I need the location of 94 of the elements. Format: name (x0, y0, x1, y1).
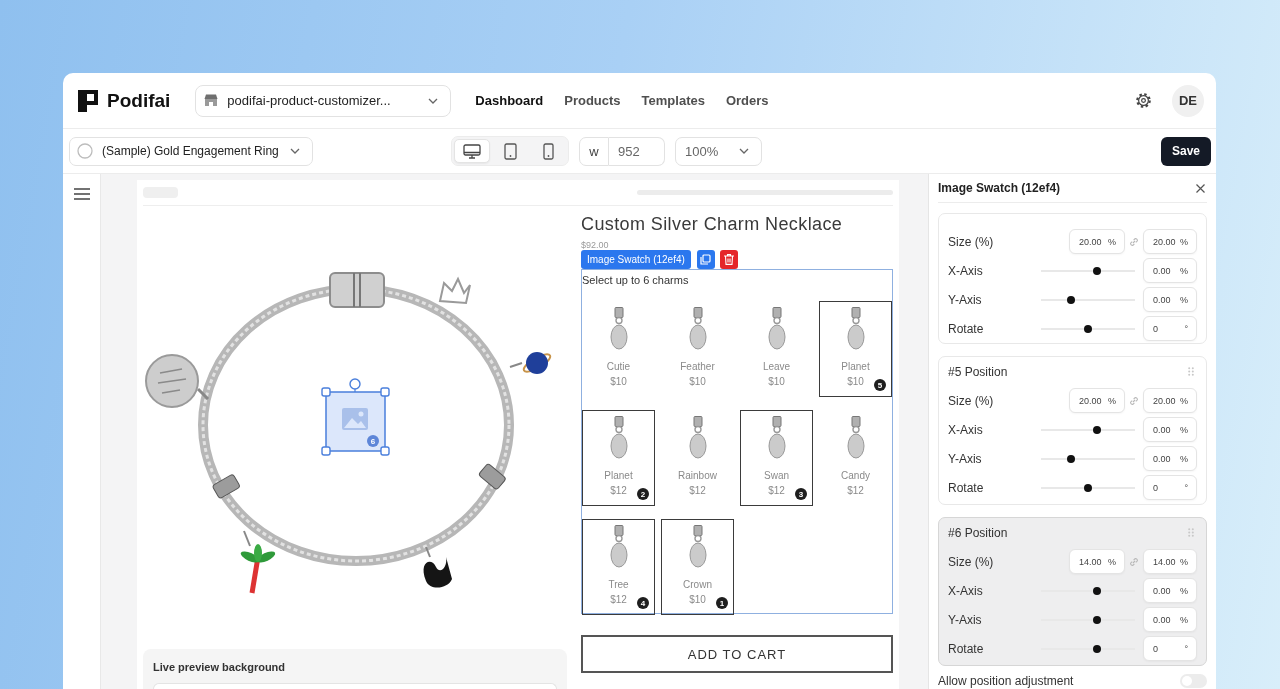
image-icon (342, 408, 368, 430)
number-input[interactable]: 0.00 % (1143, 607, 1197, 632)
ring-icon (77, 143, 93, 159)
number-input[interactable]: 20.00 % (1143, 388, 1197, 413)
charm-option[interactable]: Tree $12 4 (582, 519, 655, 615)
charm-option[interactable]: Crown $10 1 (661, 519, 734, 615)
number-input[interactable]: 14.00 % (1143, 549, 1197, 574)
nav-link[interactable]: Templates (641, 93, 705, 108)
number-input[interactable]: 0.00 % (1143, 417, 1197, 442)
row-label: Size (%) (948, 393, 995, 408)
delete-button[interactable] (719, 250, 738, 269)
nav-link[interactable]: Products (564, 93, 621, 108)
selection-order-badge: 2 (637, 488, 649, 500)
menu-icon[interactable] (73, 188, 90, 200)
row-label: Rotate (948, 321, 985, 336)
charm-option[interactable]: Planet $12 2 (582, 410, 655, 506)
product-selector[interactable]: (Sample) Gold Engagement Ring (69, 136, 313, 166)
setting-label: Allow position adjustment (938, 674, 1074, 688)
number-input[interactable]: 20.00 % (1143, 229, 1197, 254)
close-icon[interactable] (1196, 183, 1205, 193)
chevron-down-icon (290, 148, 300, 154)
selection-order-badge: 5 (874, 379, 886, 391)
element-label[interactable]: Image Swatch (12ef4) (581, 250, 691, 269)
save-button[interactable]: Save (1161, 136, 1211, 166)
chevron-down-icon (428, 97, 439, 104)
slider-thumb[interactable] (1084, 324, 1092, 333)
slider-thumb[interactable] (1066, 295, 1075, 304)
position-title: #5 Position (948, 364, 1008, 379)
store-icon (204, 94, 219, 107)
background-field[interactable] (153, 683, 557, 689)
slider-thumb[interactable] (1092, 266, 1101, 275)
row-label: Y-Axis (948, 451, 983, 466)
row-label: Size (%) (948, 234, 995, 249)
slider-thumb[interactable] (1092, 586, 1101, 595)
product-price: $92.00 (581, 240, 610, 250)
brand-name: Podifai (107, 89, 171, 112)
slider-thumb[interactable] (1084, 483, 1092, 492)
panel-title: Image Swatch (12ef4) (938, 181, 1061, 195)
drag-handle-icon[interactable] (1188, 367, 1194, 376)
slider-thumb[interactable] (1092, 425, 1101, 434)
chevron-down-icon (739, 148, 749, 154)
settings-icon[interactable] (1136, 93, 1151, 108)
slider-thumb[interactable] (1092, 644, 1101, 653)
selection-order-badge: 3 (795, 488, 807, 500)
row-label: Size (%) (948, 554, 995, 569)
number-input[interactable]: 0 ° (1143, 475, 1197, 500)
charm-option[interactable]: Feather $10 (661, 301, 734, 397)
number-input[interactable]: 0 ° (1143, 316, 1197, 341)
charm-option[interactable]: Leave $10 (740, 301, 813, 397)
panel-label: Live preview background (153, 661, 287, 674)
slider-thumb[interactable] (1066, 454, 1075, 463)
row-label: X-Axis (948, 583, 984, 598)
number-input[interactable]: 0 ° (1143, 636, 1197, 661)
selection-order-badge: 1 (716, 597, 728, 609)
selection-order-badge: 4 (637, 597, 649, 609)
row-label: X-Axis (948, 422, 984, 437)
swatch-prompt: Select up to 6 charms (582, 273, 690, 287)
tablet-icon (503, 142, 517, 160)
width-label: w (579, 136, 609, 166)
number-input[interactable]: 0.00 % (1143, 287, 1197, 312)
charm-option[interactable]: Cutie $10 (582, 301, 655, 397)
zoom-selector[interactable]: 100% (675, 136, 762, 166)
store-selector[interactable]: podifai-product-customizer... (195, 84, 452, 117)
number-input[interactable]: 20.00 % (1069, 388, 1125, 413)
nav-link[interactable]: Orders (725, 93, 769, 108)
charm-option[interactable]: Planet $10 5 (819, 301, 892, 397)
trash-icon (723, 254, 734, 265)
charm-option[interactable]: Swan $12 3 (740, 410, 813, 506)
product-title: Custom Silver Charm Necklace (581, 213, 844, 236)
slider-thumb[interactable] (1092, 615, 1101, 624)
charm-option[interactable]: Candy $12 (819, 410, 892, 506)
number-input[interactable]: 0.00 % (1143, 578, 1197, 603)
row-label: X-Axis (948, 263, 984, 278)
logo-icon (78, 89, 98, 112)
number-input[interactable]: 20.00 % (1069, 229, 1125, 254)
number-input[interactable]: 14.00 % (1069, 549, 1125, 574)
number-input[interactable]: 0.00 % (1143, 446, 1197, 471)
row-label: Rotate (948, 480, 985, 495)
mobile-icon (542, 142, 554, 160)
number-input[interactable]: 0.00 % (1143, 258, 1197, 283)
row-label: Y-Axis (948, 292, 983, 307)
desktop-view-button[interactable] (454, 139, 490, 163)
drag-handle-icon[interactable] (1188, 528, 1194, 537)
duplicate-button[interactable] (696, 250, 715, 269)
desktop-icon (463, 143, 481, 159)
row-label: Rotate (948, 641, 985, 656)
charm-option[interactable]: Rainbow $12 (661, 410, 734, 506)
nav-link[interactable]: Dashboard (475, 93, 544, 108)
row-label: Y-Axis (948, 612, 983, 627)
position-title: #6 Position (948, 525, 1008, 540)
copy-icon (700, 254, 712, 265)
user-avatar[interactable]: DE (1172, 84, 1204, 117)
width-input[interactable]: 952 (609, 136, 665, 166)
add-to-cart-button[interactable]: ADD TO CART (581, 635, 893, 673)
